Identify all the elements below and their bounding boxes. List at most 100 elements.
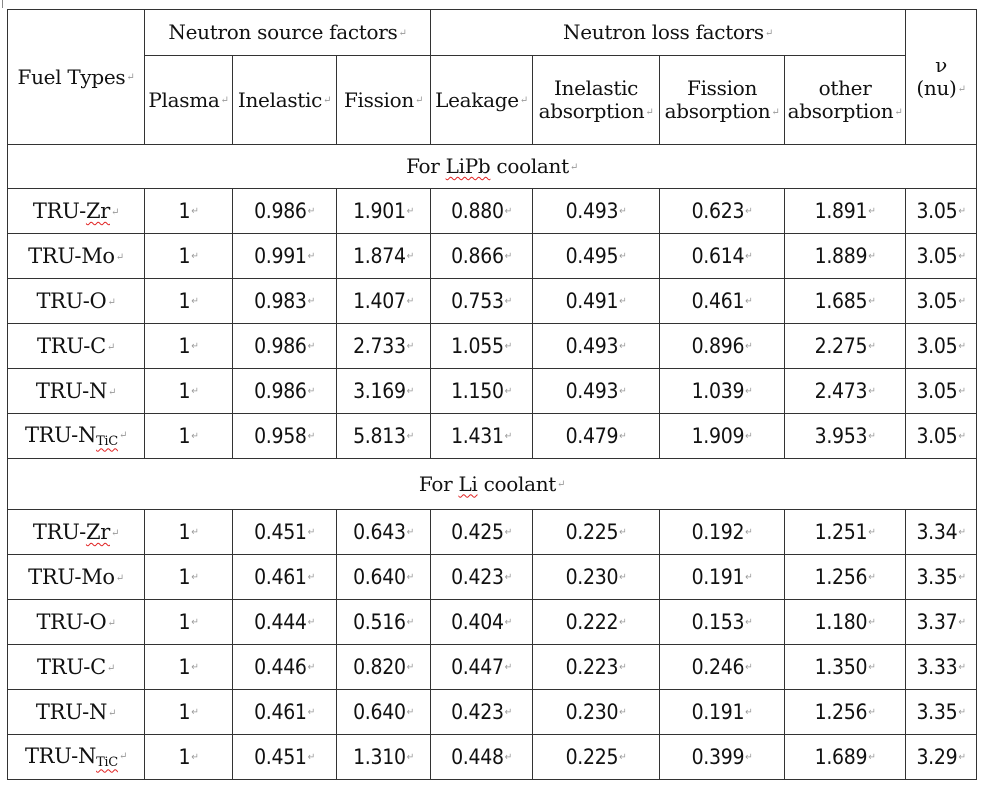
value-nu: 3.34: [916, 519, 958, 544]
value-plasma: 1: [178, 333, 191, 358]
value-inel-abs: 0.491: [565, 288, 619, 313]
cell-inelastic-absorption: 0.493↵: [532, 368, 661, 414]
cursor-mark: [2, 0, 3, 8]
paragraph-mark: ↵: [191, 617, 199, 629]
cell-inelastic: 0.991↵: [232, 233, 337, 279]
table-body: For LiPb coolant↵ TRU-Zr↵ 1↵ 0.986↵ 1.90…: [6, 144, 978, 780]
paragraph-mark: ↵: [504, 752, 513, 764]
cell-fission: 1.407↵: [335, 278, 432, 324]
value-fiss-abs: 0.623: [691, 198, 745, 223]
paragraph-mark: ↵: [307, 341, 316, 353]
value-fission: 0.820: [353, 654, 406, 679]
value-fuel: TRU-: [37, 333, 91, 358]
header-text: (nu): [916, 76, 957, 100]
paragraph-mark: ↵: [118, 430, 128, 442]
cell-nu: 3.05↵: [905, 368, 978, 414]
value-other-abs: 1.350: [814, 654, 868, 679]
value-nu: 3.33: [916, 654, 958, 679]
paragraph-mark: ↵: [958, 386, 966, 398]
cell-inelastic: 0.461↵: [232, 554, 337, 600]
paragraph-mark: ↵: [619, 431, 627, 443]
paragraph-mark: ↵: [745, 752, 753, 764]
cell-other-absorption: 1.689↵: [784, 734, 907, 780]
value-nu: 3.05: [916, 288, 958, 313]
header-text: Neutron loss factors: [563, 20, 764, 44]
value-nu: 3.05: [916, 423, 958, 448]
value-fiss-abs: 0.896: [691, 333, 745, 358]
value-inel-abs: 0.222: [565, 609, 619, 634]
value-other-abs: 2.473: [814, 378, 868, 403]
cell-fission-absorption: 0.191↵: [659, 554, 786, 600]
cell-other-absorption: 1.180↵: [784, 599, 907, 645]
paragraph-mark: ↵: [191, 707, 199, 719]
cell-inelastic: 0.986↵: [232, 188, 337, 234]
paragraph-mark: ↵: [868, 341, 876, 353]
value-leakage: 0.447: [451, 654, 504, 679]
paragraph-mark: ↵: [868, 296, 876, 308]
value-inel-abs: 0.225: [565, 519, 619, 544]
value-fiss-abs: 0.153: [691, 609, 745, 634]
cell-fission: 0.640↵: [335, 554, 432, 600]
cell-fission-absorption: 0.153↵: [659, 599, 786, 645]
header-leakage: Leakage↵: [430, 55, 534, 145]
cell-other-absorption: 1.891↵: [784, 188, 907, 234]
paragraph-mark: ↵: [106, 341, 115, 353]
paragraph-mark: ↵: [406, 296, 415, 308]
value-other-abs: 1.685: [814, 288, 868, 313]
cell-fission-absorption: 1.039↵: [659, 368, 786, 414]
paragraph-mark: ↵: [406, 527, 415, 539]
cell-nu: 3.33↵: [905, 644, 978, 690]
paragraph-mark: ↵: [504, 527, 513, 539]
cell-fission: 0.640↵: [335, 689, 432, 735]
cell-plasma: 1↵: [144, 689, 233, 735]
header-text: absorption: [664, 99, 771, 123]
paragraph-mark: ↵: [868, 527, 876, 539]
paragraph-mark: ↵: [745, 431, 753, 443]
paragraph-mark: ↵: [619, 707, 627, 719]
paragraph-mark: ↵: [619, 572, 627, 584]
paragraph-mark: ↵: [191, 662, 199, 674]
paragraph-mark: ↵: [569, 161, 578, 173]
paragraph-mark: ↵: [118, 751, 128, 763]
value-fuel-el: N: [88, 699, 108, 724]
paragraph-mark: ↵: [745, 206, 753, 218]
value-plasma: 1: [178, 288, 191, 313]
paragraph-mark: ↵: [307, 386, 316, 398]
cell-plasma: 1↵: [144, 368, 233, 414]
cell-leakage: 0.404↵: [430, 599, 534, 645]
cell-leakage: 0.866↵: [430, 233, 534, 279]
paragraph-mark: ↵: [868, 707, 876, 719]
cell-nu: 3.34↵: [905, 509, 978, 555]
cell-other-absorption: 1.889↵: [784, 233, 907, 279]
paragraph-mark: ↵: [107, 617, 116, 629]
value-inelastic: 0.986: [254, 378, 307, 403]
value-inelastic: 0.958: [254, 423, 307, 448]
cell-inelastic: 0.461↵: [232, 689, 337, 735]
paragraph-mark: ↵: [191, 431, 199, 443]
cell-inelastic-absorption: 0.495↵: [532, 233, 661, 279]
value-leakage: 0.880: [451, 198, 504, 223]
cell-other-absorption: 1.256↵: [784, 554, 907, 600]
value-plasma: 1: [178, 378, 191, 403]
paragraph-mark: ↵: [958, 752, 966, 764]
paragraph-mark: ↵: [745, 572, 753, 584]
header-text: Fission: [687, 76, 758, 100]
value-fuel-el: C: [90, 333, 106, 358]
cell-inelastic-absorption: 0.230↵: [532, 689, 661, 735]
paragraph-mark: ↵: [745, 341, 753, 353]
value-nu: 3.05: [916, 378, 958, 403]
value-inelastic: 0.446: [254, 654, 307, 679]
value-inel-abs: 0.230: [565, 564, 619, 589]
value-inelastic: 0.986: [254, 333, 307, 358]
cell-fuel-type: TRU-Zr↵: [7, 188, 145, 234]
coolant-name: LiPb: [445, 154, 491, 178]
paragraph-mark: ↵: [504, 251, 513, 263]
paragraph-mark: ↵: [191, 341, 199, 353]
value-inel-abs: 0.479: [565, 423, 619, 448]
value-inelastic: 0.451: [254, 744, 307, 769]
value-fiss-abs: 0.191: [691, 699, 745, 724]
cell-inelastic-absorption: 0.493↵: [532, 323, 661, 369]
header-text: Fission: [343, 87, 414, 112]
header-inelastic-absorption: Inelastic absorption↵: [532, 55, 661, 145]
paragraph-mark: ↵: [958, 617, 966, 629]
